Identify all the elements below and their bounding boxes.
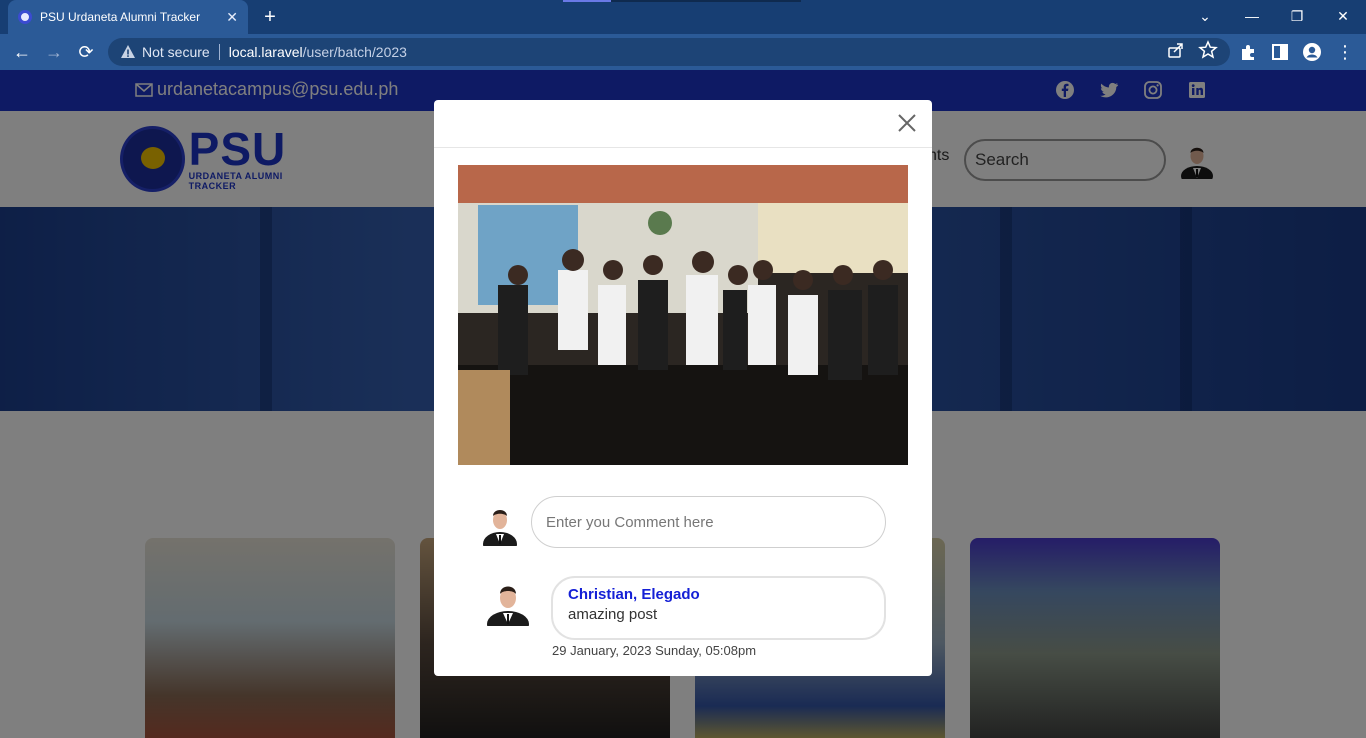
bookmark-star-icon[interactable] [1198,40,1218,60]
browser-menu-icon[interactable]: ⋮ [1333,40,1357,64]
tab-title: PSU Urdaneta Alumni Tracker [40,10,201,24]
address-separator [218,44,220,60]
tab-search-chevron-icon[interactable]: ⌄ [1193,4,1217,28]
favicon-icon [18,10,32,24]
post-photo [458,165,908,465]
address-bar[interactable]: Not secure local.laravel/user/batch/2023 [108,38,1230,66]
address-path: /user/batch/2023 [302,44,407,60]
close-icon[interactable] [896,112,918,134]
comment-bubble: Christian, Elegado amazing post [551,576,886,640]
browser-toolbar: ← → ⟳ Not secure local.laravel/user/batc… [0,34,1366,70]
tab-strip-indicator [611,0,801,2]
extensions-icon[interactable] [1238,42,1258,62]
tab-close-icon[interactable]: ✕ [226,9,238,26]
comment-placeholder: Enter you Comment here [546,513,714,531]
reload-icon[interactable]: ⟳ [74,40,98,64]
modal-header [434,100,932,148]
minimize-button[interactable]: — [1240,4,1264,28]
comment-input[interactable]: Enter you Comment here [531,496,886,548]
close-window-button[interactable]: ✕ [1331,4,1355,28]
profile-icon[interactable] [1302,42,1322,62]
warning-icon [121,45,135,58]
comment-author[interactable]: Christian, Elegado [568,586,884,603]
back-arrow-icon[interactable]: ← [10,40,34,64]
forward-arrow-icon[interactable]: → [42,40,66,64]
restore-button[interactable]: ❐ [1285,4,1309,28]
comment-author-avatar [487,586,529,626]
comment-date: 29 January, 2023 Sunday, 05:08pm [552,643,757,658]
side-panel-icon[interactable] [1270,42,1290,62]
comment-text: amazing post [568,606,658,623]
post-modal: Enter you Comment here Christian, Elegad… [434,100,932,676]
browser-tab[interactable]: PSU Urdaneta Alumni Tracker ✕ [8,0,248,34]
share-icon[interactable] [1166,40,1186,60]
address-host: local.laravel [228,44,303,60]
tab-strip-indicator [563,0,611,2]
security-label: Not secure [142,44,210,60]
new-tab-button[interactable]: + [259,6,281,28]
commenter-avatar [483,510,517,546]
browser-titlebar: PSU Urdaneta Alumni Tracker ✕ + ⌄ — ❐ ✕ [0,0,1366,34]
